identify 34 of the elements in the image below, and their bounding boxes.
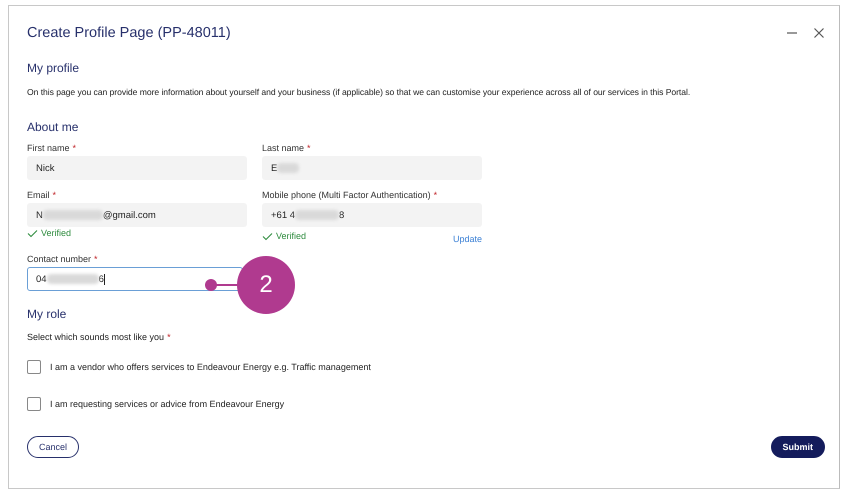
input-field[interactable]: Nick	[27, 156, 247, 180]
input-field[interactable]: E	[262, 156, 482, 180]
cancel-button[interactable]: Cancel	[27, 436, 80, 458]
required-mark: *	[167, 332, 171, 342]
option-label: I am a vendor who offers services to Endeavour Energy e.g. Traffic management	[50, 362, 371, 372]
intro-text: On this page you can provide more information about yourself and your business (if applicable) so that we can customise your experience across all of our services in this Portal.	[27, 87, 690, 97]
section-heading: My profile	[27, 61, 80, 75]
close-icon[interactable]	[813, 27, 825, 39]
required-mark: *	[434, 190, 438, 200]
required-mark: *	[307, 143, 311, 153]
verified-status: Verified	[276, 231, 306, 241]
prompt-text: Select which sounds most like you	[27, 332, 164, 342]
required-mark: *	[94, 254, 98, 264]
required-mark: *	[72, 143, 76, 153]
check-icon	[27, 228, 38, 238]
required-mark: *	[52, 190, 56, 200]
section-heading: My role	[27, 307, 66, 321]
section-heading: About me	[27, 120, 78, 134]
checkbox[interactable]	[27, 360, 41, 374]
verified-status: Verified	[41, 228, 72, 238]
input-field[interactable]: +61 4 8	[262, 203, 482, 227]
field-label: Email	[27, 190, 50, 200]
field-label: Last name	[262, 143, 304, 153]
input-field[interactable]: N @gmail.com	[27, 203, 247, 227]
field-label: Mobile phone (Multi Factor Authentication)	[262, 190, 431, 200]
option-label: I am requesting services or advice from Endeavour Energy	[50, 399, 284, 409]
update-link[interactable]: Update	[452, 234, 482, 244]
checkbox[interactable]	[27, 397, 41, 411]
field-label: Contact number	[27, 254, 92, 264]
input-field[interactable]: 04 6	[27, 267, 243, 291]
check-icon	[262, 232, 273, 240]
window-title: Create Profile Page (PP-48011)	[27, 25, 231, 41]
submit-button[interactable]: Submit	[770, 436, 825, 458]
field-label: First name	[27, 143, 70, 153]
